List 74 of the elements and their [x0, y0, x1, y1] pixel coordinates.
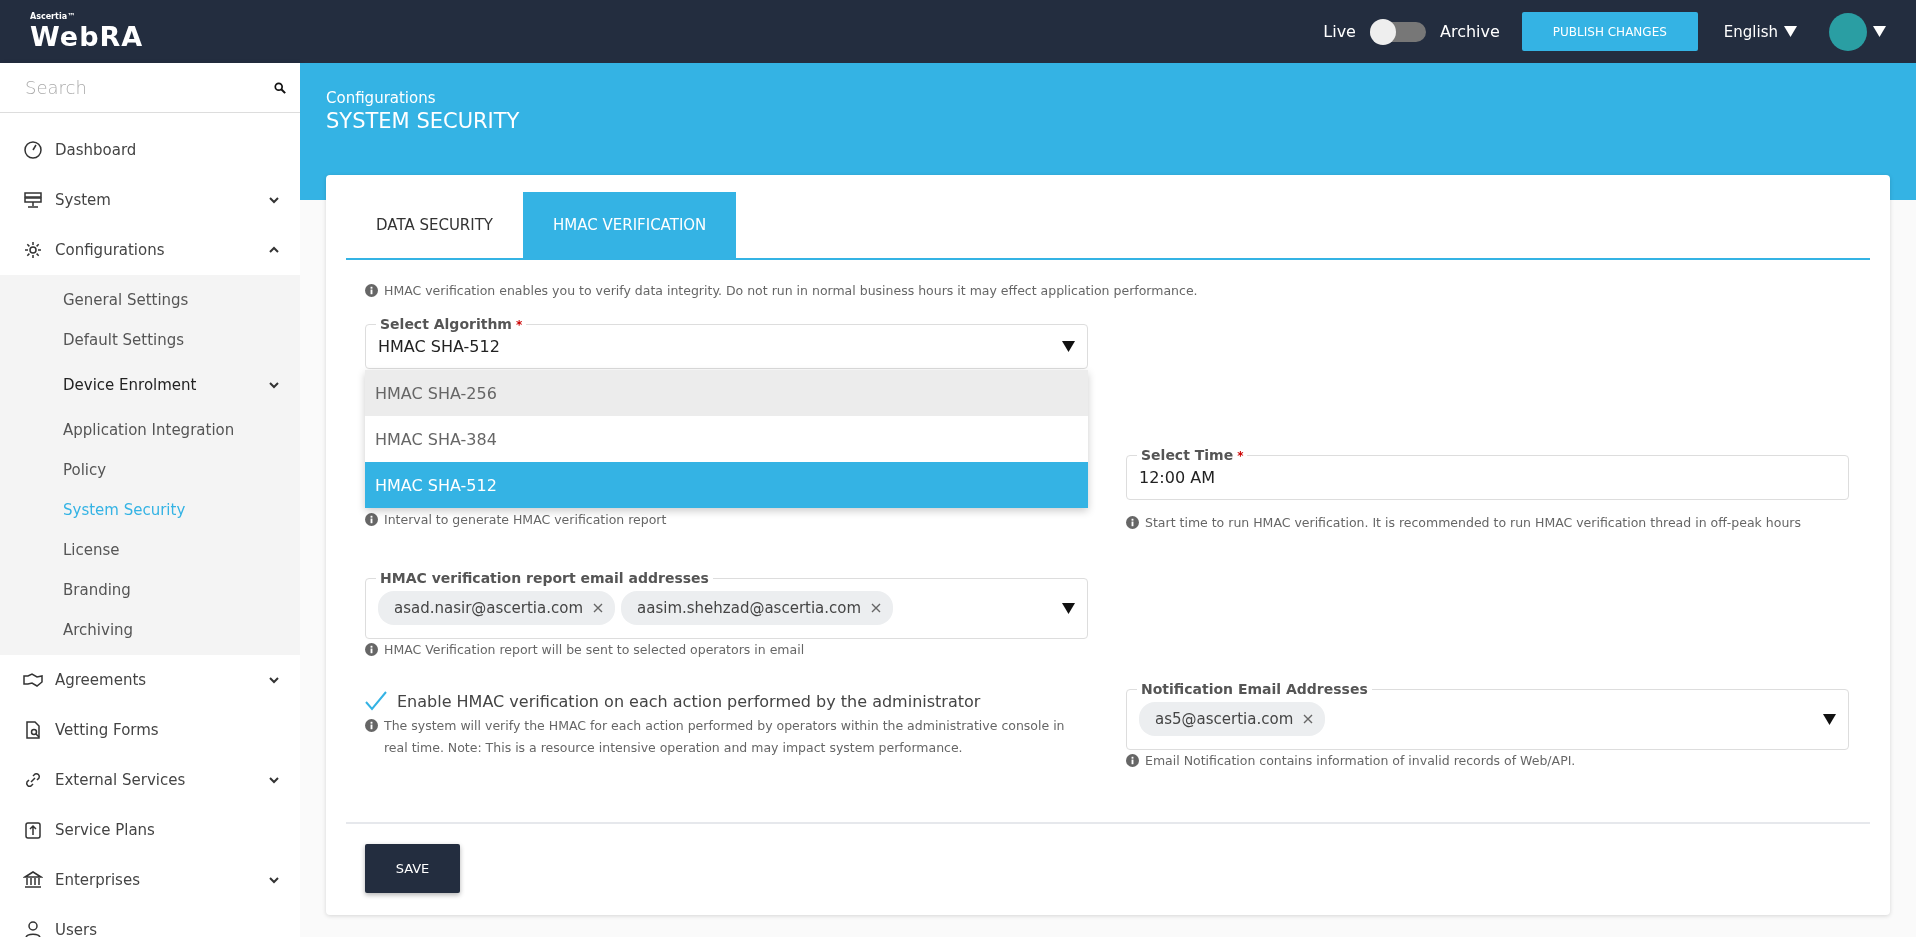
report-email-select[interactable]: HMAC verification report email addresses asad.nasir@ascertia.com aasim.shehzad@ascertia.com: [365, 570, 1088, 639]
save-button[interactable]: SAVE: [365, 844, 460, 893]
hint-text: Email Notification contains information of invalid records of Web/API.: [1145, 752, 1576, 770]
notification-email-select[interactable]: Notification Email Addresses as5@ascertia.com: [1126, 681, 1849, 750]
brand-name: Ascertia™: [30, 13, 77, 21]
hint-text: The system will verify the HMAC for each action performed by operators within the administrative console in real time. Note: This is a resource intensive operation and may impact system performance.: [384, 717, 1066, 757]
avatar[interactable]: [1829, 12, 1867, 51]
field-label: Select Algorithm *: [379, 316, 524, 332]
language-dropdown[interactable]: English: [1717, 21, 1803, 42]
field-label: Select Time *: [1140, 447, 1245, 463]
sidebar-item[interactable]: Agreements: [0, 655, 300, 705]
info-icon: [365, 719, 378, 732]
search-icon: [274, 81, 286, 94]
submenu-item[interactable]: Default Settings: [0, 320, 300, 360]
info-icon: [365, 284, 378, 297]
server-icon: [23, 190, 43, 210]
submenu-item[interactable]: Archiving: [0, 610, 300, 650]
email-chip[interactable]: asad.nasir@ascertia.com: [378, 591, 616, 625]
submenu-item[interactable]: Application Integration: [0, 410, 300, 450]
upload-box-icon: [23, 820, 43, 840]
breadcrumb: Configurations: [326, 89, 437, 107]
email-chip[interactable]: as5@ascertia.com: [1139, 702, 1326, 736]
info-icon: [1126, 754, 1139, 767]
submenu-item[interactable]: Branding: [0, 570, 300, 610]
bank-icon: [23, 870, 43, 890]
remove-icon: [593, 603, 604, 613]
search-field[interactable]: Search: [23, 76, 274, 99]
dropdown-option[interactable]: HMAC SHA-384: [365, 416, 1088, 462]
hint-text: HMAC verification enables you to verify data integrity. Do not run in normal business hours it may effect application performance.: [384, 282, 1198, 300]
hint-text: HMAC Verification report will be sent to selected operators in email: [384, 641, 805, 659]
tab[interactable]: DATA SECURITY: [346, 192, 524, 258]
hint-text: Start time to run HMAC verification. It is recommended to run HMAC verification thread in off-peak hours: [1145, 514, 1801, 532]
hint-text: Interval to generate HMAC verification report: [384, 511, 667, 529]
sidebar-item[interactable]: Service Plans: [0, 805, 300, 855]
dropdown-arrow-icon: [1062, 340, 1075, 352]
page-title: SYSTEM SECURITY: [326, 109, 521, 133]
sidebar-item[interactable]: External Services: [0, 755, 300, 805]
sidebar-item[interactable]: Configurations: [0, 225, 300, 275]
document-search-icon: [23, 720, 43, 740]
caret-icon: [1873, 26, 1886, 37]
required-mark: *: [1237, 449, 1244, 463]
sidebar-item[interactable]: Users: [0, 905, 300, 937]
user-icon: [23, 920, 43, 937]
link-icon: [23, 770, 43, 790]
required-mark: *: [515, 318, 523, 332]
info-icon: [365, 643, 378, 656]
remove-icon: [1303, 714, 1314, 724]
enable-checkbox[interactable]: Enable HMAC verification on each action performed by the administrator: [365, 691, 1088, 711]
remove-icon: [871, 603, 882, 613]
gauge-icon: [23, 140, 43, 160]
submenu-item[interactable]: Device Enrolment: [0, 360, 300, 410]
submenu-item[interactable]: Policy: [0, 450, 300, 490]
sidebar-item[interactable]: Vetting Forms: [0, 705, 300, 755]
toggle-label: Archive: [1439, 22, 1500, 41]
info-icon: [365, 513, 378, 526]
email-chip[interactable]: aasim.shehzad@ascertia.com: [621, 591, 894, 625]
live-archive-toggle[interactable]: [1369, 21, 1426, 42]
info-icon: [1126, 516, 1139, 529]
dropdown-option[interactable]: HMAC SHA-256: [365, 370, 1088, 416]
sidebar-item[interactable]: Dashboard: [0, 125, 300, 175]
algorithm-select[interactable]: Select Algorithm * HMAC SHA-512: [365, 316, 1088, 369]
dropdown-arrow-icon: [1062, 602, 1075, 614]
toggle-label: Live: [1323, 22, 1356, 41]
sidebar-item[interactable]: Enterprises: [0, 855, 300, 905]
submenu-item[interactable]: General Settings: [0, 280, 300, 320]
checkbox-label: Enable HMAC verification on each action performed by the administrator: [397, 691, 981, 711]
dropdown-arrow-icon: [1823, 713, 1836, 725]
sidebar-item[interactable]: System: [0, 175, 300, 225]
time-field[interactable]: Select Time * 12:00 AM: [1126, 447, 1849, 500]
submenu-item[interactable]: License: [0, 530, 300, 570]
logo-text: WebRA: [30, 23, 144, 50]
field-label: Notification Email Addresses: [1140, 681, 1369, 697]
field-label: HMAC verification report email addresses: [379, 570, 710, 586]
caret-icon: [1784, 26, 1797, 37]
